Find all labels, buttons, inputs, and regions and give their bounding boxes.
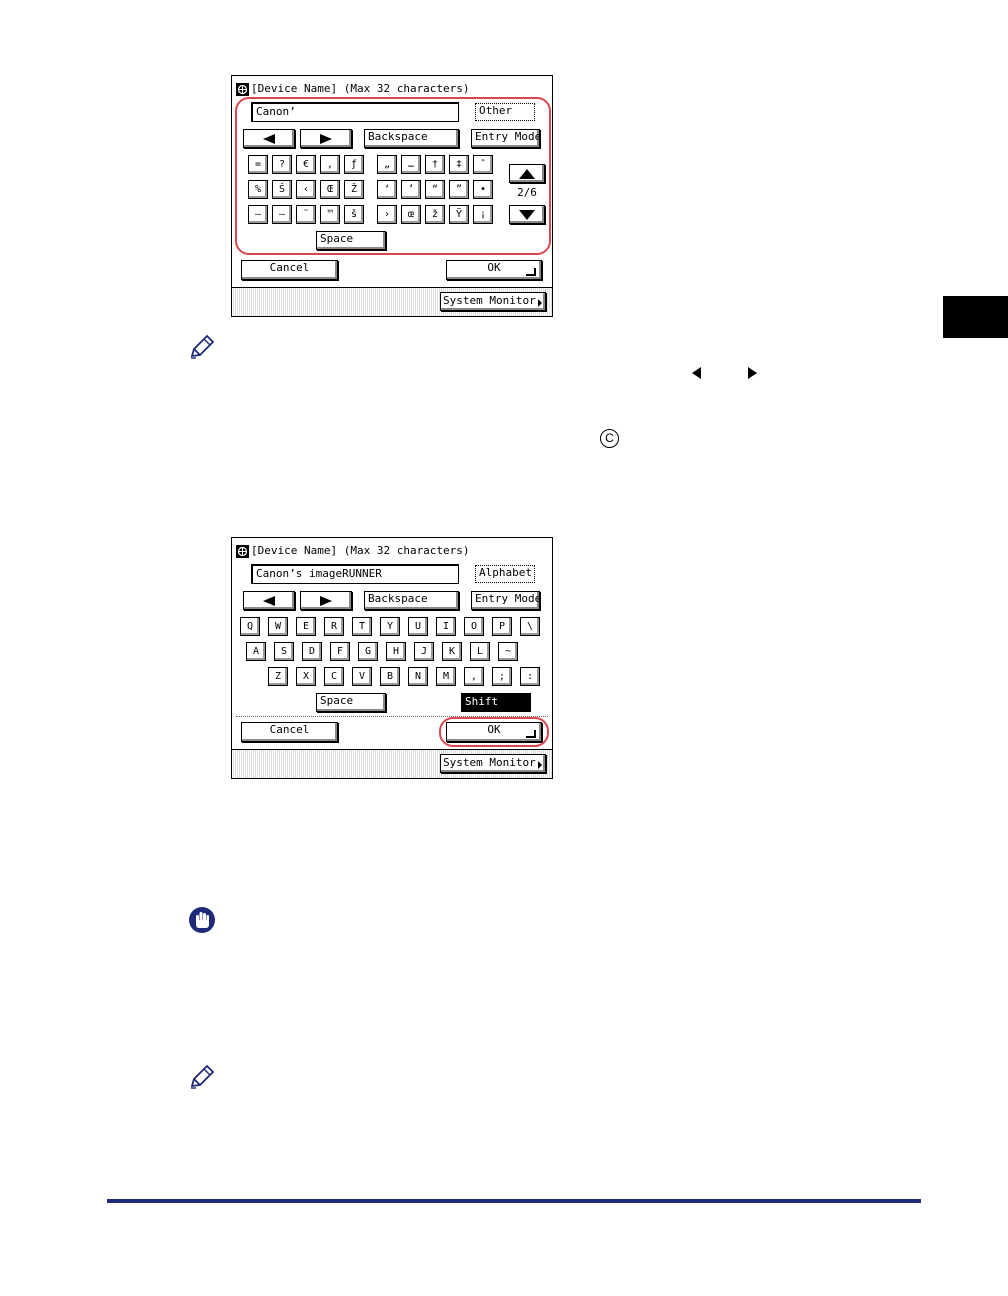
corner-arrow-icon xyxy=(538,299,542,307)
key[interactable]: V xyxy=(352,667,372,686)
status-bar: System Monitor xyxy=(232,749,552,778)
key[interactable]: I xyxy=(436,617,456,636)
enter-icon xyxy=(526,268,536,276)
pencil-icon xyxy=(190,334,215,359)
ok-button[interactable]: OK xyxy=(446,260,542,280)
triangle-right-icon xyxy=(320,595,332,606)
title-text: [Device Name] (Max 32 characters) xyxy=(251,82,470,95)
cursor-right-button[interactable] xyxy=(300,591,352,610)
screen-other-characters: [Device Name] (Max 32 characters) Canon’… xyxy=(231,75,553,317)
pencil-icon xyxy=(190,1064,215,1089)
clear-c-icon: C xyxy=(600,429,619,448)
key[interactable]: , xyxy=(464,667,484,686)
key[interactable]: R xyxy=(324,617,344,636)
key[interactable]: G xyxy=(358,642,378,661)
key[interactable]: ; xyxy=(492,667,512,686)
key[interactable]: J xyxy=(414,642,434,661)
chapter-tab xyxy=(943,296,1008,338)
key[interactable]: W xyxy=(268,617,288,636)
status-bar: System Monitor xyxy=(232,287,552,316)
highlight-outline xyxy=(235,97,551,255)
key[interactable]: M xyxy=(436,667,456,686)
triangle-left-icon xyxy=(692,367,701,379)
key[interactable]: X xyxy=(296,667,316,686)
device-name-input[interactable]: Canon’s imageRUNNER xyxy=(251,564,459,584)
key[interactable]: B xyxy=(380,667,400,686)
key[interactable]: P xyxy=(492,617,512,636)
key[interactable]: \ xyxy=(520,617,540,636)
key[interactable]: D xyxy=(302,642,322,661)
shift-button[interactable]: Shift xyxy=(461,693,531,712)
triangle-right-icon xyxy=(748,367,757,379)
key[interactable]: Q xyxy=(240,617,260,636)
screen-title: [Device Name] (Max 32 characters) xyxy=(236,82,470,96)
ok-label: OK xyxy=(487,261,501,274)
key[interactable]: C xyxy=(324,667,344,686)
key[interactable]: O xyxy=(464,617,484,636)
key[interactable]: N xyxy=(408,667,428,686)
key[interactable]: H xyxy=(386,642,406,661)
corner-arrow-icon xyxy=(538,761,542,769)
key[interactable]: F xyxy=(330,642,350,661)
backspace-button[interactable]: Backspace xyxy=(364,591,459,610)
key[interactable]: K xyxy=(442,642,462,661)
system-monitor-button[interactable]: System Monitor xyxy=(440,292,546,311)
key[interactable]: Y xyxy=(380,617,400,636)
key[interactable]: : xyxy=(520,667,540,686)
title-text: [Device Name] (Max 32 characters) xyxy=(251,544,470,557)
device-icon xyxy=(236,544,249,558)
entry-mode-button[interactable]: Entry Mode xyxy=(471,591,540,610)
cancel-button[interactable]: Cancel xyxy=(241,260,338,280)
ok-highlight-outline xyxy=(439,717,549,747)
key[interactable]: Z xyxy=(268,667,288,686)
screen-title: [Device Name] (Max 32 characters) xyxy=(236,544,470,558)
system-monitor-label: System Monitor xyxy=(443,294,536,307)
triangle-left-icon xyxy=(263,595,275,606)
key[interactable]: A xyxy=(246,642,266,661)
footer-rule xyxy=(107,1199,921,1203)
device-icon xyxy=(236,82,249,96)
cursor-left-button[interactable] xyxy=(243,591,295,610)
key[interactable]: ~ xyxy=(498,642,518,661)
key[interactable]: E xyxy=(296,617,316,636)
cancel-button[interactable]: Cancel xyxy=(241,722,338,742)
system-monitor-button[interactable]: System Monitor xyxy=(440,754,546,773)
system-monitor-label: System Monitor xyxy=(443,756,536,769)
key[interactable]: S xyxy=(274,642,294,661)
key[interactable]: T xyxy=(352,617,372,636)
key[interactable]: U xyxy=(408,617,428,636)
entry-mode-indicator: Alphabet xyxy=(475,565,535,583)
screen-alphabet: [Device Name] (Max 32 characters) Canon’… xyxy=(231,537,553,779)
hand-stop-icon xyxy=(189,907,215,933)
space-button[interactable]: Space xyxy=(316,693,386,712)
key[interactable]: L xyxy=(470,642,490,661)
